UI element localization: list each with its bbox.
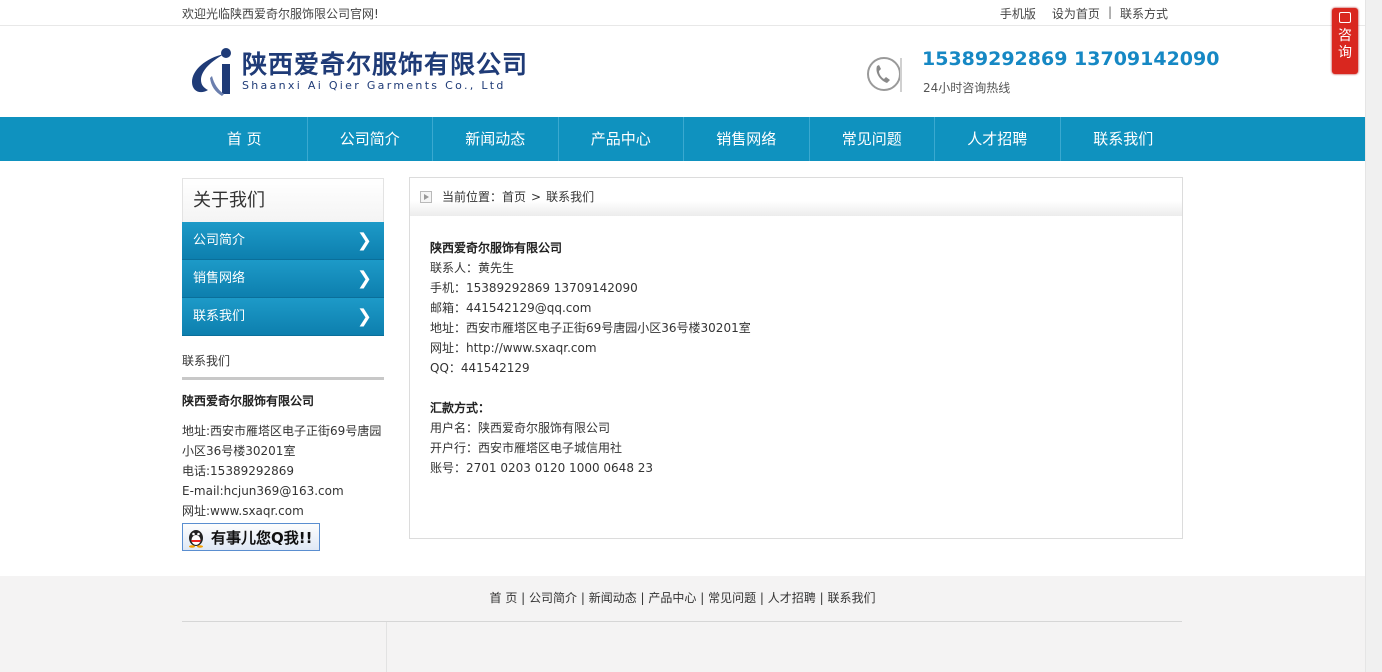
qq-number: QQ：441542129: [430, 361, 530, 375]
footer-divider: [182, 621, 1182, 622]
consult-label: 咨询: [1338, 28, 1352, 61]
breadcrumb: 当前位置： 首页 > 联系我们: [410, 178, 1182, 216]
email: 邮箱：441542129@qq.com: [430, 301, 592, 315]
chat-icon: [1339, 12, 1351, 23]
nav-item-home[interactable]: 首 页: [182, 117, 308, 161]
hotline-label: 24小时咨询热线: [923, 81, 1011, 95]
logo-chinese-name: 陕西爱奇尔服饰有限公司: [242, 49, 529, 79]
sidebar-item-about[interactable]: 公司简介 ❯: [182, 222, 384, 260]
sidebar-contact-info: 地址:西安市雁塔区电子正街69号唐园小区36号楼30201室 电话:153892…: [182, 421, 384, 521]
account-name: 用户名：陕西爱奇尔服饰有限公司: [430, 421, 611, 435]
contact-details: 陕西爱奇尔服饰有限公司 联系人：黄先生 手机：15389292869 13709…: [410, 216, 1182, 500]
sidebar: 关于我们 公司简介 ❯ 销售网络 ❯ 联系我们 ❯ 联系我们 陕西爱奇尔服饰有限…: [182, 178, 384, 551]
qq-contact-button[interactable]: 有事儿您Q我!!: [182, 523, 320, 551]
footer: 首 页 | 公司简介 | 新闻动态 | 产品中心 | 常见问题 | 人才招聘 |…: [0, 576, 1365, 672]
nav-item-sales-network[interactable]: 销售网络: [684, 117, 810, 161]
footer-link-home[interactable]: 首 页: [490, 591, 518, 605]
qq-button-label: 有事儿您Q我!!: [211, 528, 313, 547]
main-nav: 首 页 公司简介 新闻动态 产品中心 销售网络 常见问题 人才招聘 联系我们: [0, 117, 1365, 161]
chevron-right-icon: ❯: [356, 268, 372, 289]
nav-item-products[interactable]: 产品中心: [559, 117, 684, 161]
sidebar-item-sales-network[interactable]: 销售网络 ❯: [182, 260, 384, 298]
footer-link-news[interactable]: 新闻动态: [589, 591, 637, 605]
chevron-right-icon: ❯: [356, 230, 372, 251]
nav-item-news[interactable]: 新闻动态: [433, 117, 559, 161]
bank-name: 开户行：西安市雁塔区电子城信用社: [430, 441, 623, 455]
breadcrumb-separator: >: [531, 190, 542, 204]
sidebar-item-label: 联系我们: [193, 309, 246, 324]
top-links: 手机版 设为首页 | 联系方式: [992, 5, 1176, 22]
phone-icon: [867, 57, 902, 92]
hotline-numbers: 15389292869 13709142090: [922, 48, 1220, 70]
contact-link[interactable]: 联系方式: [1112, 5, 1176, 22]
nav-item-contact[interactable]: 联系我们: [1061, 117, 1187, 161]
remittance-title: 汇款方式：: [430, 401, 491, 415]
sidebar-menu: 公司简介 ❯ 销售网络 ❯ 联系我们 ❯: [182, 222, 384, 336]
sidebar-item-label: 公司简介: [193, 233, 246, 248]
vertical-scrollbar[interactable]: [1365, 0, 1382, 672]
breadcrumb-home-link[interactable]: 首页: [502, 178, 526, 216]
company-name: 陕西爱奇尔服饰有限公司: [430, 241, 563, 255]
hotline: 15389292869 13709142090 24小时咨询热线: [866, 46, 1219, 102]
mobile-numbers: 手机：15389292869 13709142090: [430, 281, 638, 295]
main-content: 当前位置： 首页 > 联系我们 陕西爱奇尔服饰有限公司 联系人：黄先生 手机：1…: [409, 177, 1183, 539]
nav-item-careers[interactable]: 人才招聘: [935, 117, 1061, 161]
top-bar: 欢迎光临陕西爱奇尔服饰限公司官网! 手机版 设为首页 | 联系方式: [0, 0, 1382, 26]
breadcrumb-arrow-icon: [420, 191, 432, 203]
contact-person: 联系人：黄先生: [430, 261, 515, 275]
sidebar-title: 关于我们: [182, 178, 384, 222]
nav-item-about[interactable]: 公司简介: [308, 117, 433, 161]
sidebar-company-name: 陕西爱奇尔服饰有限公司: [182, 394, 315, 408]
breadcrumb-current[interactable]: 联系我们: [546, 178, 594, 216]
sidebar-email: E-mail:hcjun369@163.com: [182, 484, 344, 498]
chevron-right-icon: ❯: [356, 306, 372, 327]
sidebar-item-label: 销售网络: [193, 271, 246, 286]
account-number: 账号：2701 0203 0120 1000 0648 23: [430, 461, 654, 475]
footer-link-careers[interactable]: 人才招聘: [768, 591, 816, 605]
breadcrumb-prefix: 当前位置：: [442, 190, 503, 204]
nav-item-faq[interactable]: 常见问题: [810, 117, 935, 161]
sidebar-phone: 电话:15389292869: [182, 464, 295, 478]
sidebar-item-contact[interactable]: 联系我们 ❯: [182, 298, 384, 336]
mobile-version-link[interactable]: 手机版: [992, 5, 1044, 22]
footer-column-divider: [386, 622, 387, 672]
header: 陕西爱奇尔服饰有限公司 Shaanxi Ai Qier Garments Co.…: [0, 26, 1382, 116]
footer-links: 首 页 | 公司简介 | 新闻动态 | 产品中心 | 常见问题 | 人才招聘 |…: [489, 591, 876, 605]
website: 网址：http://www.sxaqr.com: [430, 341, 597, 355]
footer-link-faq[interactable]: 常见问题: [708, 591, 756, 605]
set-homepage-link[interactable]: 设为首页: [1044, 5, 1108, 22]
sidebar-website: 网址:www.sxaqr.com: [182, 504, 304, 518]
sidebar-contact-heading: 联系我们: [182, 352, 384, 380]
footer-link-products[interactable]: 产品中心: [648, 591, 696, 605]
logo[interactable]: 陕西爱奇尔服饰有限公司 Shaanxi Ai Qier Garments Co.…: [184, 44, 528, 98]
qq-penguin-icon: [189, 530, 203, 548]
footer-link-contact[interactable]: 联系我们: [827, 591, 875, 605]
footer-link-about[interactable]: 公司简介: [529, 591, 577, 605]
logo-english-name: Shaanxi Ai Qier Garments Co., Ltd: [242, 78, 506, 92]
welcome-text: 欢迎光临陕西爱奇尔服饰限公司官网!: [182, 7, 379, 21]
consult-float-button[interactable]: 咨询: [1332, 8, 1358, 74]
address: 地址：西安市雁塔区电子正街69号唐园小区36号楼30201室: [430, 321, 751, 335]
logo-mark-icon: [192, 48, 231, 96]
sidebar-address: 地址:西安市雁塔区电子正街69号唐园小区36号楼30201室: [182, 424, 382, 458]
